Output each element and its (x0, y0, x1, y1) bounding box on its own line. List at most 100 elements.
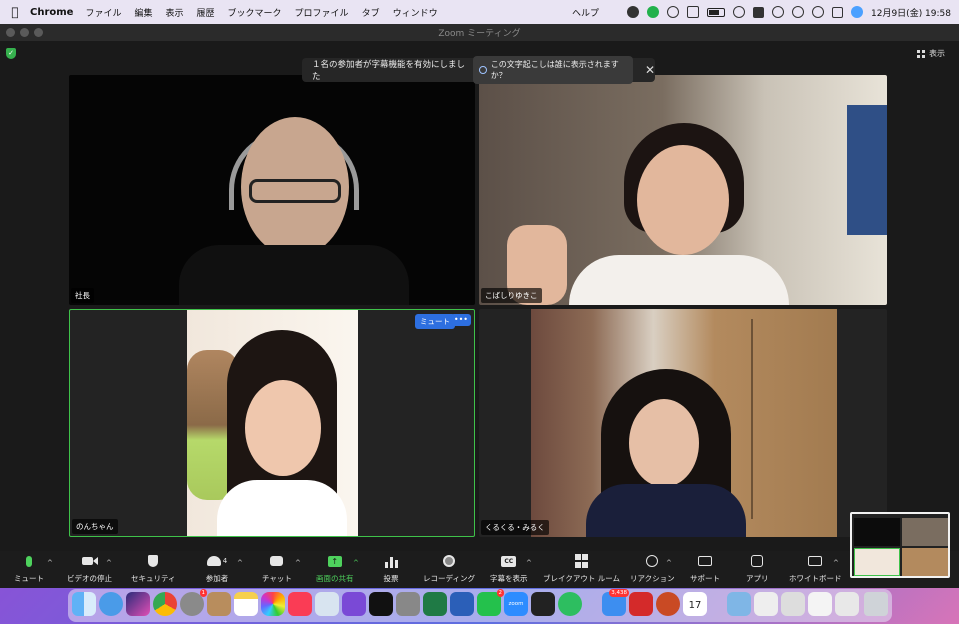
mini-tile-2 (902, 518, 948, 546)
dock-line-icon[interactable]: 2 (477, 589, 504, 616)
record-label: レコーディング (423, 574, 475, 583)
window-titlebar[interactable]: Zoom ミーティング (0, 24, 959, 41)
support-button[interactable]: サポート (690, 554, 720, 584)
floating-gallery-thumbnail[interactable] (850, 512, 950, 578)
dock-recent-file-4[interactable] (835, 592, 859, 616)
dock-recent-file-2[interactable] (781, 592, 805, 616)
wall-calendar (847, 105, 887, 235)
dock-recent-file-1[interactable] (754, 592, 778, 616)
zoom-window-button[interactable] (34, 28, 43, 37)
calendar-day: 17 (688, 600, 702, 611)
video-tile-3-active-speaker[interactable]: ミュート ••• のんちゃん (69, 309, 475, 537)
dock-excel-icon[interactable] (423, 592, 447, 616)
menubar-clock[interactable]: 12月9日(金) 19:58 (871, 6, 951, 19)
participant-face (637, 145, 729, 255)
dock-trash-icon[interactable] (864, 592, 888, 616)
battery-icon[interactable] (707, 7, 725, 17)
chat-chevron-up-icon[interactable]: ^ (295, 559, 301, 567)
dock-downloads-folder-icon[interactable] (727, 592, 751, 616)
apps-button[interactable]: アプリ (746, 554, 769, 584)
video-tile-2[interactable]: こばしりゆきこ (479, 75, 887, 305)
reaction-icon (644, 554, 660, 568)
dock-chrome-icon[interactable] (153, 592, 177, 616)
participant-name-label: くるくる・みるく (481, 520, 549, 535)
audio-options-chevron-up-icon[interactable]: ^ (47, 559, 53, 567)
dock-mail-icon[interactable]: 3,438 (602, 589, 629, 616)
closet-door-line (751, 319, 753, 519)
dock-music-icon[interactable] (288, 592, 312, 616)
caption-notification-text: １名の参加者が字幕機能を有効にしました (312, 60, 466, 82)
line-status-icon[interactable] (647, 6, 659, 18)
more-options-button[interactable]: ••• (450, 314, 471, 326)
dock-imovie-icon[interactable] (342, 592, 366, 616)
volume-icon[interactable] (687, 6, 699, 18)
dock-acrobat-icon[interactable] (629, 592, 653, 616)
captions-chevron-up-icon[interactable]: ^ (526, 559, 532, 567)
who-can-see-transcript-button[interactable]: この文字起こしは誰に表示されますか？ (473, 56, 633, 84)
dock-preview-icon[interactable] (315, 592, 339, 616)
menu-bookmarks[interactable]: ブックマーク (228, 6, 282, 19)
dock-app-icon-stack[interactable] (396, 592, 420, 616)
record-status-icon[interactable] (627, 6, 639, 18)
dock-recent-file-3[interactable] (808, 592, 832, 616)
participants-button[interactable]: 4 参加者 (203, 554, 231, 584)
time-machine-icon[interactable] (792, 6, 804, 18)
apple-menu-icon[interactable]:  (0, 5, 30, 19)
show-captions-label: 字幕を表示 (490, 574, 528, 583)
siri-icon[interactable] (851, 6, 863, 18)
record-button[interactable]: レコーディング (423, 554, 475, 584)
close-banner-icon[interactable]: ✕ (645, 63, 655, 77)
dock-zoom-icon[interactable]: zoom (504, 592, 528, 616)
view-button[interactable]: 表示 (917, 48, 945, 59)
dock-finder-icon[interactable] (72, 592, 96, 616)
menu-profile[interactable]: プロファイル (295, 6, 349, 19)
reaction-chevron-up-icon[interactable]: ^ (666, 559, 672, 567)
dock-powerpoint-icon[interactable] (656, 592, 680, 616)
chat-button[interactable]: チャット (262, 554, 292, 584)
minimize-window-button[interactable] (20, 28, 29, 37)
control-center-icon[interactable] (832, 6, 843, 18)
menu-window[interactable]: ウィンドウ (393, 6, 438, 19)
mute-button[interactable]: ミュート (14, 554, 44, 584)
dock-photos-icon[interactable] (261, 592, 285, 616)
shield-icon (145, 554, 161, 568)
dock-app-icon-brown[interactable] (207, 592, 231, 616)
dock-evernote-icon[interactable] (558, 592, 582, 616)
show-captions-button[interactable]: CC 字幕を表示 (490, 554, 528, 584)
video-tile-4[interactable]: くるくる・みるく (479, 309, 887, 537)
dock-system-settings-icon[interactable]: 1 (180, 589, 207, 616)
share-screen-button[interactable]: ↑ 画面の共有 (316, 554, 354, 584)
participant-body (217, 480, 347, 536)
participants-chevron-up-icon[interactable]: ^ (237, 559, 243, 567)
menu-history[interactable]: 履歴 (197, 6, 215, 19)
dock-safari-icon[interactable] (99, 592, 123, 616)
menu-edit[interactable]: 編集 (134, 6, 152, 19)
menu-view[interactable]: 表示 (166, 6, 184, 19)
menu-help[interactable]: ヘルプ (572, 6, 599, 19)
breakout-rooms-button[interactable]: ブレイクアウト ルーム (543, 554, 620, 584)
input-method-icon[interactable] (753, 6, 764, 18)
screen-share-status-icon[interactable] (667, 6, 679, 18)
app-name-menu[interactable]: Chrome (30, 7, 73, 18)
mute-participant-button[interactable]: ミュート (415, 314, 455, 329)
dock-siri-icon[interactable] (126, 592, 150, 616)
video-tile-1[interactable]: 社長 (69, 75, 475, 305)
share-options-chevron-up-icon[interactable]: ^ (353, 559, 359, 567)
user-icon[interactable] (772, 6, 784, 18)
video-options-chevron-up-icon[interactable]: ^ (106, 559, 112, 567)
dock-app-icon-silhouette[interactable] (531, 592, 555, 616)
dock-calendar-icon[interactable]: 17 (683, 592, 707, 616)
wifi-icon[interactable] (733, 6, 745, 18)
dock-word-icon[interactable] (450, 592, 474, 616)
dock-notes-icon[interactable] (234, 592, 258, 616)
close-window-button[interactable] (6, 28, 15, 37)
security-button[interactable]: セキュリティ (131, 554, 176, 584)
spotlight-search-icon[interactable] (812, 6, 824, 18)
poll-button[interactable]: 投票 (383, 554, 399, 584)
whiteboard-chevron-up-icon[interactable]: ^ (833, 559, 839, 567)
menu-file[interactable]: ファイル (85, 6, 121, 19)
microphone-icon (21, 554, 37, 568)
dock-apple-tv-icon[interactable] (369, 592, 393, 616)
menu-tab[interactable]: タブ (362, 6, 380, 19)
meeting-encryption-shield-icon[interactable]: ✓ (6, 48, 16, 59)
